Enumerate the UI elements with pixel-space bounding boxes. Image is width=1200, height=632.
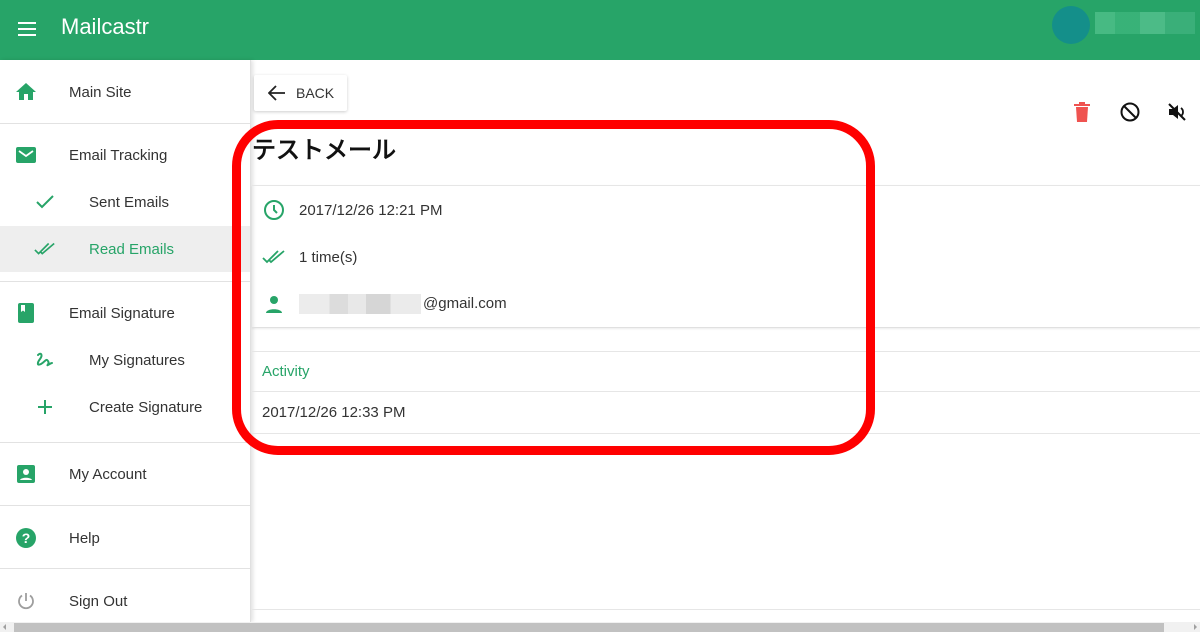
sidebar-item-label: Help: [69, 529, 100, 547]
read-count: 1 time(s): [299, 248, 358, 266]
check-icon: [34, 191, 56, 213]
mute-icon[interactable]: [1165, 100, 1189, 124]
mail-icon: [15, 144, 37, 166]
divider: [0, 281, 250, 282]
arrow-back-icon: [267, 84, 286, 107]
email-subject: テストメール: [252, 137, 396, 164]
sidebar-item-label: Email Signature: [69, 304, 175, 322]
divider: [252, 433, 1200, 434]
sidebar-item-email-signature[interactable]: Email Signature: [0, 290, 250, 336]
double-check-icon: [262, 245, 286, 269]
horizontal-scrollbar[interactable]: [0, 622, 1200, 632]
back-label: BACK: [296, 85, 335, 101]
recipient-row: @gmail.com: [262, 292, 507, 316]
scroll-right-arrow-icon[interactable]: [1194, 624, 1197, 630]
sidebar-item-email-tracking[interactable]: Email Tracking: [0, 132, 250, 178]
sidebar-item-label: My Signatures: [89, 351, 185, 369]
clock-icon: [262, 198, 286, 222]
sidebar-item-read-emails[interactable]: Read Emails: [0, 226, 250, 272]
sidebar-item-my-signatures[interactable]: My Signatures: [0, 337, 250, 383]
sidebar-item-label: My Account: [69, 465, 147, 483]
main-content: BACK テストメール 2017/12/26 12:21 PM 1 time(s…: [252, 60, 1200, 622]
sidebar-item-sign-out[interactable]: Sign Out: [0, 578, 250, 624]
menu-icon[interactable]: [18, 18, 40, 40]
home-icon: [15, 81, 37, 103]
sidebar-item-label: Read Emails: [89, 240, 175, 258]
email-details-card: 2017/12/26 12:21 PM 1 time(s) @gmail.com: [252, 185, 1200, 328]
email-domain: @gmail.com: [423, 294, 507, 312]
scrollbar-thumb[interactable]: [14, 623, 1164, 632]
divider: [252, 391, 1200, 392]
scroll-left-arrow-icon[interactable]: [3, 624, 6, 630]
sidebar-item-sent-emails[interactable]: Sent Emails: [0, 179, 250, 225]
sidebar-item-label: Sign Out: [69, 592, 128, 610]
divider: [0, 442, 250, 443]
sent-time-row: 2017/12/26 12:21 PM: [262, 198, 442, 222]
plus-icon: [34, 396, 56, 418]
divider: [0, 505, 250, 506]
read-count-row: 1 time(s): [262, 245, 357, 269]
block-icon[interactable]: [1118, 100, 1142, 124]
divider: [252, 609, 1200, 610]
double-check-icon: [34, 238, 56, 260]
account-box-icon: [15, 463, 37, 485]
app-bar: Mailcastr: [0, 0, 1200, 60]
sidebar-item-label: Sent Emails: [89, 193, 170, 211]
username-redacted[interactable]: [1095, 12, 1195, 34]
activity-entry: 2017/12/26 12:33 PM: [262, 404, 406, 421]
app-title: Mailcastr: [61, 14, 150, 39]
sidebar-item-create-signature[interactable]: Create Signature: [0, 384, 250, 430]
sidebar-item-label: Main Site: [69, 83, 132, 101]
email-redacted: [299, 294, 421, 314]
help-icon: ?: [15, 527, 37, 549]
delete-icon[interactable]: [1070, 100, 1094, 124]
divider: [0, 123, 250, 124]
recipient-email: @gmail.com: [299, 294, 507, 314]
sidebar: Main Site Email Tracking Sent Emails Rea…: [0, 60, 251, 622]
sidebar-item-main-site[interactable]: Main Site: [0, 69, 250, 115]
book-icon: [15, 302, 37, 324]
divider: [252, 351, 1200, 352]
avatar[interactable]: [1052, 6, 1090, 44]
back-button[interactable]: BACK: [254, 75, 347, 111]
sent-time: 2017/12/26 12:21 PM: [299, 201, 443, 219]
sidebar-item-help[interactable]: ? Help: [0, 515, 250, 561]
sidebar-item-label: Email Tracking: [69, 146, 168, 164]
signature-icon: [34, 349, 56, 371]
activity-heading: Activity: [262, 363, 310, 380]
sidebar-item-my-account[interactable]: My Account: [0, 451, 250, 497]
svg-text:?: ?: [22, 530, 31, 546]
person-icon: [262, 292, 286, 316]
power-icon: [15, 590, 37, 612]
divider: [0, 568, 250, 569]
sidebar-item-label: Create Signature: [89, 398, 203, 416]
